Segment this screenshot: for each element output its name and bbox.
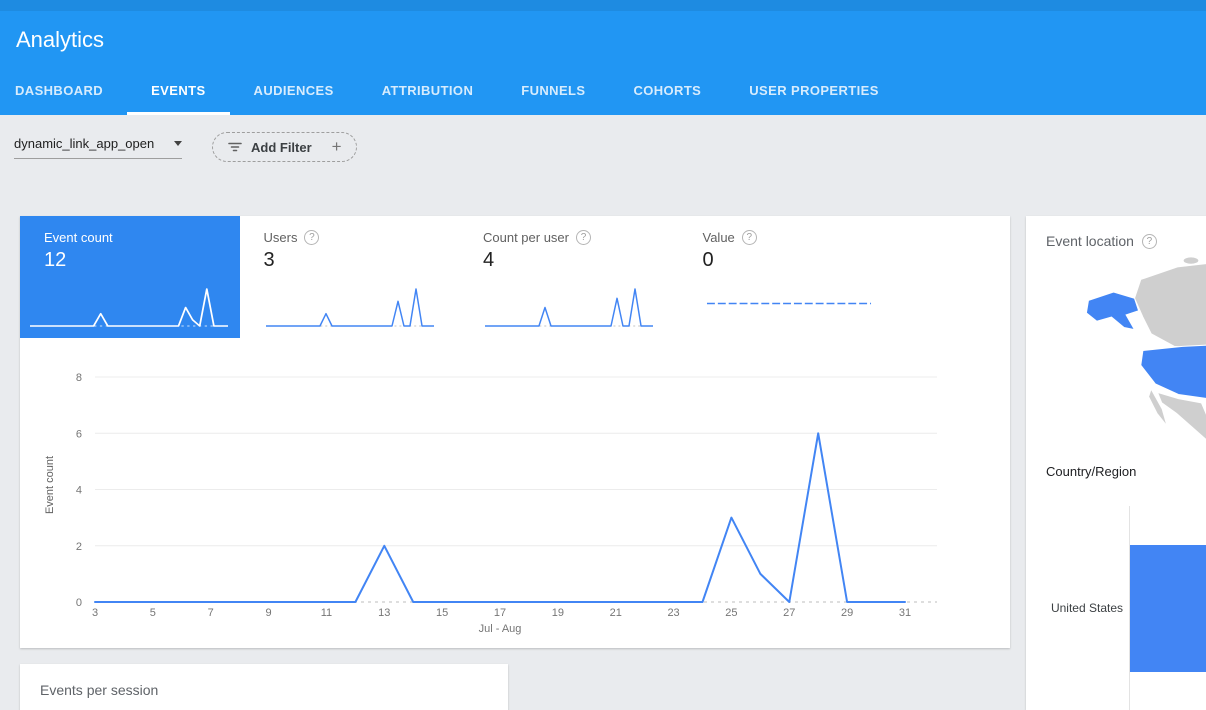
card-title: Events per session — [40, 682, 158, 698]
events-overview-card: Event count 12 Users ? 3 Count per user … — [20, 216, 1010, 648]
world-map — [1078, 256, 1206, 466]
help-icon[interactable]: ? — [576, 230, 591, 245]
plus-icon: + — [332, 137, 342, 157]
svg-text:15: 15 — [436, 607, 448, 619]
metric-head: Event count — [44, 230, 240, 245]
card-title: Event location ? — [1046, 233, 1157, 249]
svg-text:25: 25 — [725, 607, 737, 619]
svg-text:29: 29 — [841, 607, 853, 619]
svg-text:21: 21 — [610, 607, 622, 619]
metric-label: Value — [703, 230, 735, 245]
svg-text:13: 13 — [378, 607, 390, 619]
help-icon[interactable]: ? — [304, 230, 319, 245]
svg-text:27: 27 — [783, 607, 795, 619]
united-states-bar — [1130, 545, 1206, 672]
svg-text:6: 6 — [76, 428, 82, 440]
metric-sparkline — [705, 281, 873, 331]
svg-text:11: 11 — [321, 607, 332, 619]
map-alaska — [1086, 292, 1138, 330]
add-filter-label: Add Filter — [251, 140, 312, 155]
metric-head: Users ? — [264, 230, 460, 245]
metric-sparkline — [30, 281, 228, 331]
metric-tab-event-count[interactable]: Event count 12 — [20, 216, 240, 338]
metric-value: 3 — [264, 249, 460, 272]
page-title: Analytics — [16, 27, 104, 53]
metric-value: 0 — [703, 249, 899, 272]
metric-head: Value ? — [703, 230, 899, 245]
svg-text:9: 9 — [266, 607, 272, 619]
svg-text:0: 0 — [76, 597, 82, 609]
svg-text:Jul - Aug: Jul - Aug — [479, 623, 522, 635]
help-icon[interactable]: ? — [742, 230, 757, 245]
metric-tab-users[interactable]: Users ? 3 — [240, 216, 460, 338]
filter-icon — [227, 139, 243, 155]
svg-text:19: 19 — [552, 607, 564, 619]
svg-text:31: 31 — [899, 607, 911, 619]
svg-text:3: 3 — [92, 607, 98, 619]
tab-dashboard[interactable]: DASHBOARD — [0, 69, 127, 115]
tab-attribution[interactable]: ATTRIBUTION — [358, 69, 498, 115]
tab-audiences[interactable]: AUDIENCES — [230, 69, 358, 115]
events-per-session-card: Events per session — [20, 664, 508, 710]
tab-funnels[interactable]: FUNNELS — [497, 69, 609, 115]
dimension-label: Country/Region — [1046, 464, 1136, 479]
svg-text:5: 5 — [150, 607, 156, 619]
app-header: Analytics DASHBOARD EVENTS AUDIENCES ATT… — [0, 0, 1206, 115]
map-canada — [1134, 263, 1206, 349]
metric-tabs: Event count 12 Users ? 3 Count per user … — [20, 216, 898, 338]
chevron-down-icon — [174, 141, 182, 146]
event-dropdown-value: dynamic_link_app_open — [14, 136, 154, 151]
metric-value: 4 — [483, 249, 679, 272]
metric-sparkline — [485, 281, 653, 331]
map-island — [1184, 257, 1199, 263]
metric-tab-value[interactable]: Value ? 0 — [679, 216, 899, 338]
nav-tabs: DASHBOARD EVENTS AUDIENCES ATTRIBUTION F… — [0, 69, 903, 115]
analytics-screen: Analytics DASHBOARD EVENTS AUDIENCES ATT… — [0, 0, 1206, 710]
tab-cohorts[interactable]: COHORTS — [609, 69, 725, 115]
metric-tab-count-per-user[interactable]: Count per user ? 4 — [459, 216, 679, 338]
event-dropdown[interactable]: dynamic_link_app_open — [14, 136, 182, 159]
event-location-card: Event location ? Country/Region United S… — [1026, 216, 1206, 710]
svg-text:8: 8 — [76, 372, 82, 384]
header-top-strip — [0, 0, 1206, 11]
help-icon[interactable]: ? — [1142, 234, 1157, 249]
tab-user-properties[interactable]: USER PROPERTIES — [725, 69, 903, 115]
metric-head: Count per user ? — [483, 230, 679, 245]
add-filter-button[interactable]: Add Filter + — [212, 132, 357, 162]
svg-text:23: 23 — [667, 607, 679, 619]
metric-label: Count per user — [483, 230, 569, 245]
svg-text:2: 2 — [76, 541, 82, 553]
tab-events[interactable]: EVENTS — [127, 69, 229, 115]
country-label: United States — [1026, 601, 1123, 615]
main-line-chart: 0 2 4 6 8 3 5 7 9 11 13 15 17 19 21 23 25 27 29 31 Jul - Aug — [20, 362, 980, 642]
svg-text:7: 7 — [208, 607, 214, 619]
metric-sparkline — [266, 281, 434, 331]
svg-text:17: 17 — [494, 607, 506, 619]
metric-label: Users — [264, 230, 298, 245]
svg-text:4: 4 — [76, 485, 82, 497]
metric-value: 12 — [44, 249, 240, 272]
metric-label: Event count — [44, 230, 113, 245]
event-location-title: Event location — [1046, 233, 1134, 249]
